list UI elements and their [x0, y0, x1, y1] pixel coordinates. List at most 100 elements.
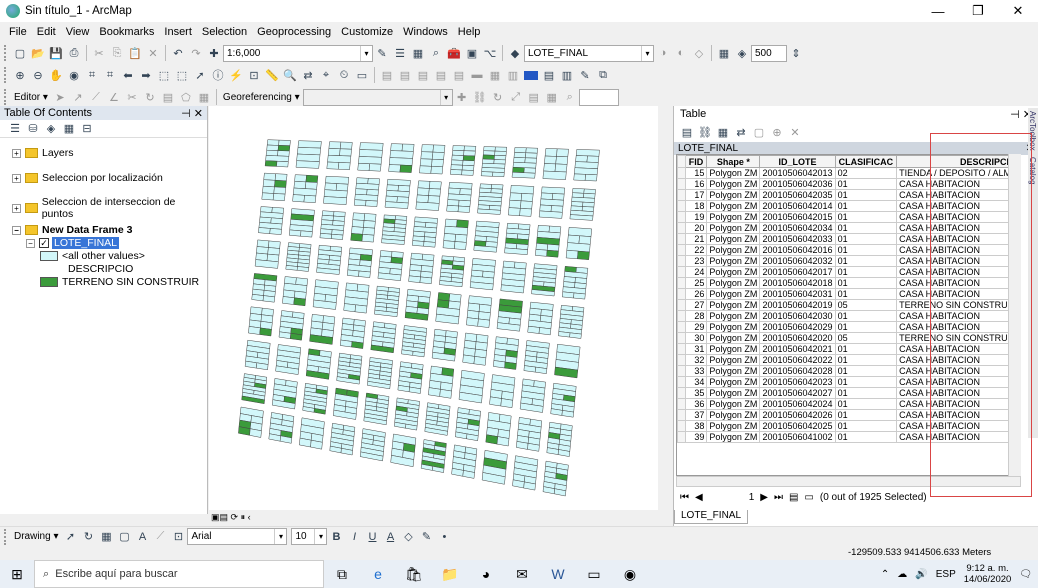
- parcel-polygon[interactable]: [462, 160, 475, 166]
- python-icon[interactable]: ▣: [464, 45, 480, 61]
- color-ramp-icon[interactable]: ▬: [469, 67, 485, 83]
- column-header-clasificac[interactable]: CLASIFICAC: [834, 155, 898, 168]
- clock[interactable]: 9:12 a. m. 14/06/2020: [964, 563, 1012, 585]
- row-selector[interactable]: [677, 409, 686, 421]
- parcel-polygon[interactable]: [544, 155, 557, 165]
- row-selector[interactable]: [677, 266, 686, 278]
- parcel-polygon[interactable]: [389, 150, 414, 159]
- parcel-polygon[interactable]: [328, 141, 342, 150]
- parcel-polygon[interactable]: [319, 233, 332, 239]
- grid-icon[interactable]: ▦: [716, 45, 732, 61]
- parcel-polygon[interactable]: [509, 192, 523, 202]
- find-icon[interactable]: 🔍: [282, 67, 298, 83]
- parcel-polygon[interactable]: [446, 205, 459, 213]
- row-selector[interactable]: [677, 189, 686, 201]
- parcel-polygon[interactable]: [437, 292, 451, 302]
- pen-icon[interactable]: ✎: [577, 67, 593, 83]
- parcel-polygon[interactable]: [343, 303, 356, 313]
- editor-toolbar-icon[interactable]: ✎: [374, 45, 390, 61]
- parcel-polygon[interactable]: [540, 192, 554, 200]
- parcel-polygon[interactable]: [478, 303, 492, 314]
- parcel-polygon[interactable]: [520, 200, 533, 210]
- network-icon[interactable]: ☁: [897, 569, 907, 580]
- parcel-polygon[interactable]: [458, 199, 471, 207]
- rotate-georef-icon[interactable]: ↻: [490, 89, 506, 105]
- straight-segment-icon[interactable]: ⟋: [88, 89, 104, 105]
- parcel-polygon[interactable]: [428, 188, 441, 197]
- parcel-polygon[interactable]: [578, 235, 592, 245]
- parcel-polygon[interactable]: [323, 196, 347, 205]
- row-selector[interactable]: [677, 398, 686, 410]
- cell-shape[interactable]: Polygon ZM: [706, 288, 761, 300]
- parcel-polygon[interactable]: [584, 174, 598, 182]
- font-combo[interactable]: Arial ▾: [187, 528, 288, 545]
- parcel-polygon[interactable]: [290, 333, 303, 341]
- cell-clasificac[interactable]: 01: [834, 255, 898, 267]
- snap-vertex-icon[interactable]: ▤: [433, 67, 449, 83]
- parcel-polygon[interactable]: [500, 398, 514, 408]
- cell-clasificac[interactable]: 01: [834, 200, 898, 212]
- parcel-polygon[interactable]: [508, 199, 522, 209]
- parcel-polygon[interactable]: [278, 139, 291, 146]
- text-icon[interactable]: A: [134, 529, 150, 545]
- menu-geoprocessing[interactable]: Geoprocessing: [252, 26, 336, 38]
- cell-id-lote[interactable]: 20010506042019: [759, 299, 836, 311]
- parcel-polygon[interactable]: [444, 218, 458, 228]
- back-icon[interactable]: ⬅: [120, 67, 136, 83]
- row-selector[interactable]: [677, 222, 686, 234]
- cell-shape[interactable]: Polygon ZM: [706, 211, 761, 223]
- parcel-polygon[interactable]: [482, 158, 495, 164]
- parcel-polygon[interactable]: [525, 152, 538, 159]
- viewer-icon[interactable]: ▭: [354, 67, 370, 83]
- parcel-polygon[interactable]: [273, 186, 287, 195]
- cell-clasificac[interactable]: 01: [834, 233, 898, 245]
- column-header-shape[interactable]: Shape *: [706, 155, 761, 168]
- cell-id-lote[interactable]: 20010506042036: [759, 178, 836, 190]
- parcel-polygon[interactable]: [538, 327, 552, 336]
- parcel-polygon[interactable]: [356, 177, 369, 185]
- rectangle-icon[interactable]: ▢: [116, 529, 132, 545]
- parcel-polygon[interactable]: [535, 243, 549, 251]
- switch-selection-icon[interactable]: ⇄: [733, 124, 749, 140]
- parcel-polygon[interactable]: [504, 361, 517, 370]
- cell-fid[interactable]: 36: [684, 398, 708, 410]
- parcel-polygon[interactable]: [428, 387, 441, 397]
- parcel-polygon[interactable]: [431, 158, 444, 168]
- cell-fid[interactable]: 23: [684, 255, 708, 267]
- parcel-polygon[interactable]: [305, 174, 319, 183]
- cell-fid[interactable]: 17: [684, 189, 708, 201]
- parcel-polygon[interactable]: [556, 148, 569, 158]
- measure-icon[interactable]: 📏: [264, 67, 280, 83]
- parcel-polygon[interactable]: [513, 157, 526, 164]
- cell-clasificac[interactable]: 01: [834, 277, 898, 289]
- parcel-polygon[interactable]: [366, 189, 379, 196]
- sketch-icon[interactable]: ⬠: [178, 89, 194, 105]
- parcel-polygon[interactable]: [359, 142, 384, 151]
- parcel-polygon[interactable]: [493, 360, 506, 369]
- parcel-polygon[interactable]: [358, 270, 371, 278]
- cell-id-lote[interactable]: 20010506042035: [759, 189, 836, 201]
- cell-clasificac[interactable]: 01: [834, 178, 898, 190]
- cell-fid[interactable]: 24: [684, 266, 708, 278]
- row-selector[interactable]: [677, 178, 686, 190]
- row-selector[interactable]: [677, 431, 686, 443]
- magnifier-icon[interactable]: ⌕: [562, 89, 578, 105]
- parcel-polygon[interactable]: [288, 229, 302, 237]
- parcel-polygon[interactable]: [494, 146, 508, 152]
- close-button[interactable]: ✕: [998, 0, 1038, 22]
- parcel-polygon[interactable]: [305, 181, 318, 190]
- create-features-icon[interactable]: ▦: [196, 89, 212, 105]
- cell-shape[interactable]: Polygon ZM: [706, 222, 761, 234]
- current-record[interactable]: 1: [749, 492, 755, 503]
- cell-clasificac[interactable]: 01: [834, 376, 898, 388]
- parcel-polygon[interactable]: [324, 182, 338, 191]
- font-size-combo[interactable]: 10 ▾: [291, 528, 328, 545]
- parcel-polygon[interactable]: [473, 356, 487, 366]
- parcel-polygon[interactable]: [555, 156, 569, 165]
- row-selector[interactable]: [677, 299, 686, 311]
- first-record-button[interactable]: ⏮: [680, 492, 689, 503]
- parcel-polygon[interactable]: [296, 266, 310, 272]
- volume-icon[interactable]: 🔊: [915, 569, 927, 580]
- parcel-polygon[interactable]: [351, 219, 365, 228]
- font-color-button[interactable]: A: [382, 529, 398, 545]
